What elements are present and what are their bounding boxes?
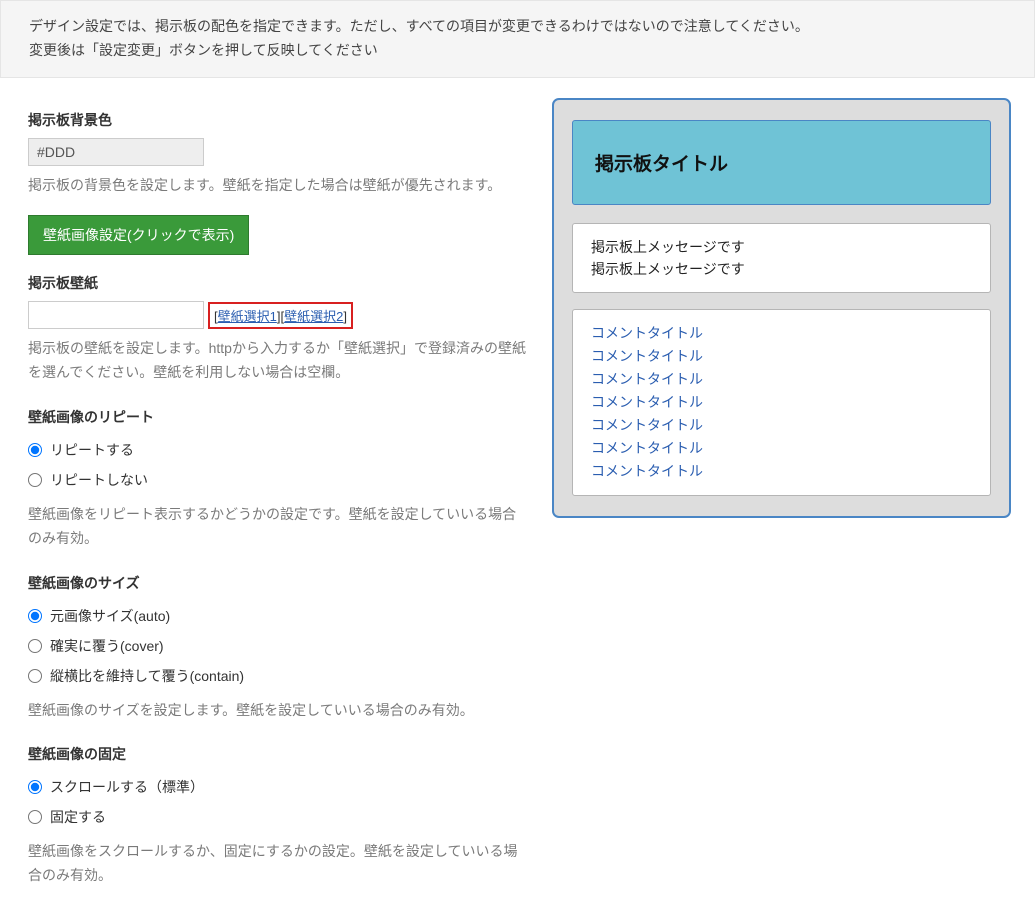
preview-comment-item: コメントタイトル (591, 391, 972, 414)
size-radio-auto[interactable] (28, 609, 42, 623)
preview-comments: コメントタイトル コメントタイトル コメントタイトル コメントタイトル コメント… (572, 309, 991, 496)
size-help: 壁紙画像のサイズを設定します。壁紙を設定していいる場合のみ有効。 (28, 699, 528, 723)
repeat-label: 壁紙画像のリピート (28, 407, 528, 427)
preview-comment-item: コメントタイトル (591, 368, 972, 391)
preview-comment-item: コメントタイトル (591, 460, 972, 483)
size-opt-cover[interactable]: 確実に覆う(cover) (28, 631, 528, 661)
size-label: 壁紙画像のサイズ (28, 573, 528, 593)
attach-opt-scroll[interactable]: スクロールする（標準） (28, 772, 528, 802)
size-radio-contain[interactable] (28, 669, 42, 683)
preview-comment-item: コメントタイトル (591, 414, 972, 437)
wallpaper-input[interactable] (28, 301, 204, 329)
repeat-radio-no[interactable] (28, 473, 42, 487)
wallpaper-help: 掲示板の壁紙を設定します。httpから入力するか「壁紙選択」で登録済みの壁紙を選… (28, 337, 528, 385)
preview-comment-item: コメントタイトル (591, 345, 972, 368)
preview-title: 掲示板タイトル (572, 120, 991, 205)
repeat-help: 壁紙画像をリピート表示するかどうかの設定です。壁紙を設定していいる場合のみ有効。 (28, 503, 528, 551)
wallpaper-select-box: [壁紙選択1][壁紙選択2] (208, 302, 353, 329)
attach-radio-scroll[interactable] (28, 780, 42, 794)
repeat-radio-yes[interactable] (28, 443, 42, 457)
wallpaper-settings-button[interactable]: 壁紙画像設定(クリックで表示) (28, 215, 249, 255)
preview-comment-item: コメントタイトル (591, 322, 972, 345)
bgcolor-label: 掲示板背景色 (28, 110, 528, 130)
wallpaper-label: 掲示板壁紙 (28, 273, 528, 293)
preview-msg-line: 掲示板上メッセージです (591, 258, 972, 280)
repeat-opt-yes[interactable]: リピートする (28, 435, 528, 465)
size-opt-contain[interactable]: 縦横比を維持して覆う(contain) (28, 661, 528, 691)
preview-message-box: 掲示板上メッセージです 掲示板上メッセージです (572, 223, 991, 294)
info-line1: デザイン設定では、掲示板の配色を指定できます。ただし、すべての項目が変更できるわ… (29, 15, 1006, 39)
attach-opt-fixed[interactable]: 固定する (28, 802, 528, 832)
wallpaper-select2-link[interactable]: 壁紙選択2 (284, 309, 343, 324)
preview-comment-item: コメントタイトル (591, 437, 972, 460)
bgcolor-input[interactable] (28, 138, 204, 166)
info-bar: デザイン設定では、掲示板の配色を指定できます。ただし、すべての項目が変更できるわ… (0, 0, 1035, 78)
preview-panel: 掲示板タイトル 掲示板上メッセージです 掲示板上メッセージです コメントタイトル… (552, 98, 1011, 519)
repeat-opt-no[interactable]: リピートしない (28, 465, 528, 495)
attach-label: 壁紙画像の固定 (28, 744, 528, 764)
size-radio-cover[interactable] (28, 639, 42, 653)
settings-column: 掲示板背景色 掲示板の背景色を設定します。壁紙を指定した場合は壁紙が優先されます… (28, 78, 528, 888)
attach-radio-fixed[interactable] (28, 810, 42, 824)
attach-help: 壁紙画像をスクロールするか、固定にするかの設定。壁紙を設定していいる場合のみ有効… (28, 840, 528, 888)
wallpaper-select1-link[interactable]: 壁紙選択1 (218, 309, 277, 324)
info-line2: 変更後は「設定変更」ボタンを押して反映してください (29, 39, 1006, 63)
size-opt-auto[interactable]: 元画像サイズ(auto) (28, 601, 528, 631)
bgcolor-help: 掲示板の背景色を設定します。壁紙を指定した場合は壁紙が優先されます。 (28, 174, 528, 198)
preview-msg-line: 掲示板上メッセージです (591, 236, 972, 258)
preview-column: 掲示板タイトル 掲示板上メッセージです 掲示板上メッセージです コメントタイトル… (552, 78, 1035, 888)
